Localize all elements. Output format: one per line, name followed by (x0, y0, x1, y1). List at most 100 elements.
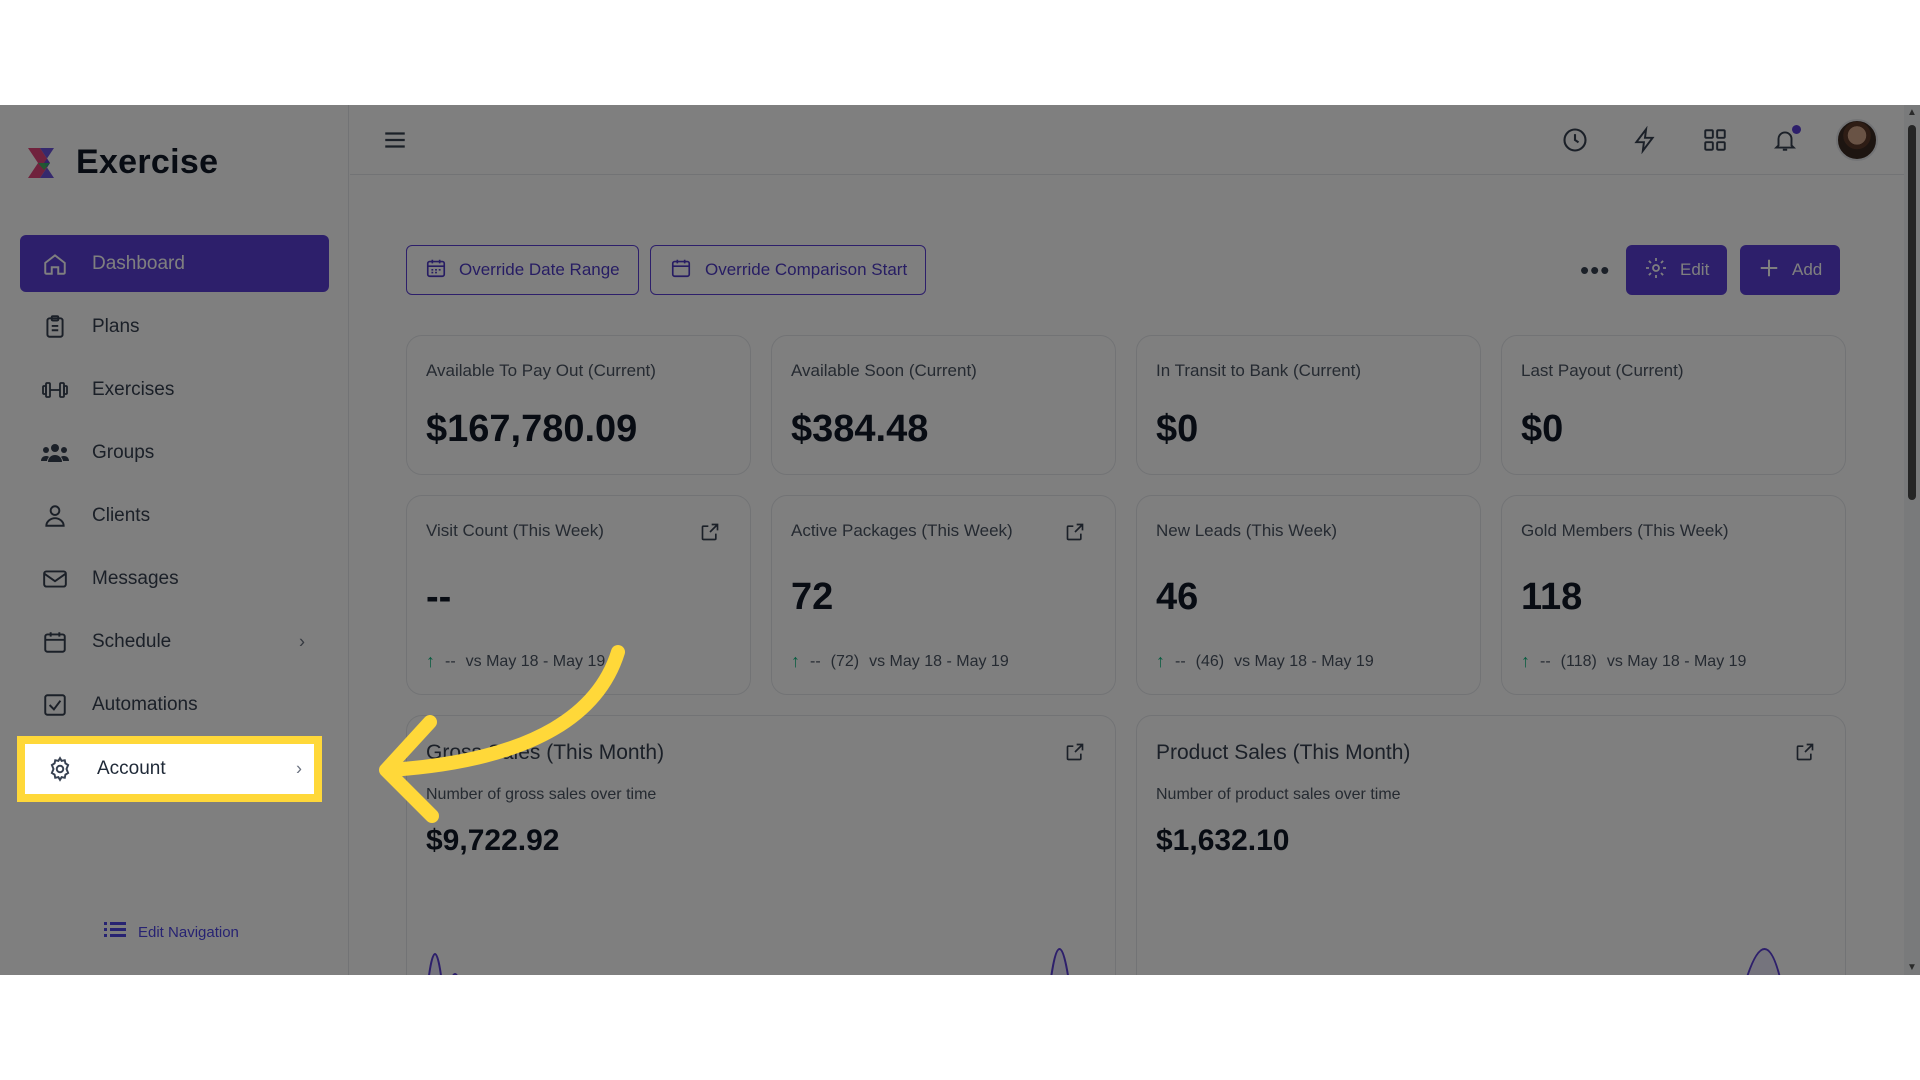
stat-card-in-transit: In Transit to Bank (Current) $0 (1136, 335, 1481, 475)
sidebar-item-label: Messages (92, 567, 179, 589)
stat-value: -- (426, 576, 452, 618)
app-name: Exercise (76, 143, 219, 181)
sidebar-item-label: Exercises (92, 378, 175, 400)
chevron-right-icon: › (299, 631, 305, 651)
sidebar-item-label: Dashboard (92, 252, 185, 274)
plus-icon (1758, 257, 1780, 284)
sidebar-item-label: Automations (92, 693, 198, 715)
more-options-icon[interactable]: ••• (1580, 255, 1610, 286)
stat-title: Last Payout (Current) (1521, 361, 1684, 380)
stat-value: 46 (1156, 576, 1199, 618)
stat-title: Active Packages (This Week) (791, 521, 1013, 540)
stat-title: Available Soon (Current) (791, 361, 977, 380)
add-label: Add (1792, 260, 1823, 279)
stat-value: $384.48 (791, 408, 929, 450)
stat-trend: ↑ -- (72) vs May 18 - May 19 (791, 651, 1009, 672)
stat-title: In Transit to Bank (Current) (1156, 361, 1362, 380)
add-button[interactable]: Add (1740, 245, 1841, 295)
gear-icon (1644, 256, 1668, 285)
stat-title: Visit Count (This Week) (426, 521, 604, 540)
bell-icon[interactable] (1769, 124, 1801, 156)
vertical-scrollbar[interactable]: ▲ ▼ (1904, 105, 1920, 975)
stat-title: Available To Pay Out (Current) (426, 361, 656, 380)
home-icon (40, 249, 70, 279)
sidebar-item-account[interactable]: Account › (17, 736, 322, 802)
sidebar-item-label: Clients (92, 504, 151, 526)
chart-card-product-sales: Product Sales (This Month) Number of pro… (1136, 715, 1846, 975)
user-icon (40, 501, 70, 531)
stat-value: $167,780.09 (426, 408, 638, 450)
dumbbell-icon (40, 375, 70, 405)
stat-title: New Leads (This Week) (1156, 521, 1338, 540)
override-comparison-start-button[interactable]: Override Comparison Start (650, 245, 927, 295)
stat-card-gold-members: Gold Members (This Week) 118 ↑ -- (118) … (1501, 495, 1846, 695)
lightning-icon[interactable] (1629, 124, 1661, 156)
arrow-up-icon: ↑ (791, 651, 800, 671)
override-comparison-start-label: Override Comparison Start (705, 260, 908, 279)
override-date-range-button[interactable]: Override Date Range (406, 245, 639, 295)
menu-icon[interactable] (382, 127, 408, 153)
chart-subtitle: Number of product sales over time (1156, 786, 1401, 803)
arrow-up-icon: ↑ (1521, 651, 1530, 671)
mail-icon (40, 564, 70, 594)
stat-value: 72 (791, 576, 834, 618)
sidebar-item-clients[interactable]: Clients (20, 487, 329, 544)
external-link-icon[interactable] (1795, 742, 1815, 762)
app-window: Exercise Dashboard Plans Exercises Group… (0, 105, 1920, 975)
logo-icon (24, 144, 62, 182)
sidebar-item-label: Schedule (92, 630, 172, 652)
trend-comparison: vs May 18 - May 19 (1606, 652, 1747, 670)
trend-prev: -- (810, 652, 821, 670)
stat-value: $0 (1521, 408, 1564, 450)
sidebar-item-groups[interactable]: Groups (20, 424, 329, 481)
annotation-arrow (379, 645, 625, 823)
list-icon (104, 920, 126, 944)
external-link-icon[interactable] (700, 522, 720, 542)
chevron-right-icon: › (296, 758, 302, 779)
apps-grid-icon[interactable] (1699, 124, 1731, 156)
sidebar: Exercise Dashboard Plans Exercises Group… (0, 105, 349, 975)
gear-icon (45, 754, 75, 784)
sidebar-item-automations[interactable]: Automations (20, 676, 329, 733)
external-link-icon[interactable] (1065, 742, 1085, 762)
sparkline-product-sales (1746, 948, 1781, 975)
clipboard-icon (40, 312, 70, 342)
sidebar-item-label: Plans (92, 315, 140, 337)
arrow-up-icon: ↑ (1156, 651, 1165, 671)
scroll-up-icon[interactable]: ▲ (1907, 107, 1917, 118)
sidebar-item-label: Account (97, 758, 166, 779)
edit-navigation-link[interactable]: Edit Navigation (104, 920, 239, 944)
chart-title: Product Sales (This Month) (1156, 741, 1411, 764)
stat-title: Gold Members (This Week) (1521, 521, 1729, 540)
notification-badge (1792, 125, 1801, 134)
history-icon[interactable] (1559, 124, 1591, 156)
avatar[interactable] (1836, 119, 1878, 161)
stat-card-active-packages: Active Packages (This Week) 72 ↑ -- (72)… (771, 495, 1116, 695)
trend-prev: -- (1175, 652, 1186, 670)
calendar-icon (40, 627, 70, 657)
edit-button[interactable]: Edit (1626, 245, 1728, 295)
scrollbar-thumb[interactable] (1908, 125, 1916, 500)
logo[interactable]: Exercise (24, 143, 218, 182)
sparkline-gross-sales (428, 948, 1069, 975)
stat-trend: ↑ -- (46) vs May 18 - May 19 (1156, 651, 1374, 672)
sidebar-item-dashboard[interactable]: Dashboard (20, 235, 329, 292)
sidebar-item-schedule[interactable]: Schedule › (20, 613, 329, 670)
calendar-icon (669, 257, 693, 284)
chart-value: $1,632.10 (1156, 824, 1290, 857)
stat-card-last-payout: Last Payout (Current) $0 (1501, 335, 1846, 475)
edit-label: Edit (1680, 260, 1710, 279)
sidebar-item-exercises[interactable]: Exercises (20, 361, 329, 418)
top-bar (350, 105, 1920, 175)
trend-prev: -- (1540, 652, 1551, 670)
sidebar-item-plans[interactable]: Plans (20, 298, 329, 355)
trend-comparison: vs May 18 - May 19 (869, 652, 1009, 670)
stat-value: $0 (1156, 408, 1199, 450)
users-icon (40, 438, 70, 468)
sidebar-item-messages[interactable]: Messages (20, 550, 329, 607)
calendar-icon (425, 257, 447, 284)
scroll-down-icon[interactable]: ▼ (1907, 962, 1917, 973)
stat-value: 118 (1521, 576, 1583, 618)
external-link-icon[interactable] (1065, 522, 1085, 542)
stat-trend: ↑ -- (118) vs May 18 - May 19 (1521, 651, 1746, 672)
